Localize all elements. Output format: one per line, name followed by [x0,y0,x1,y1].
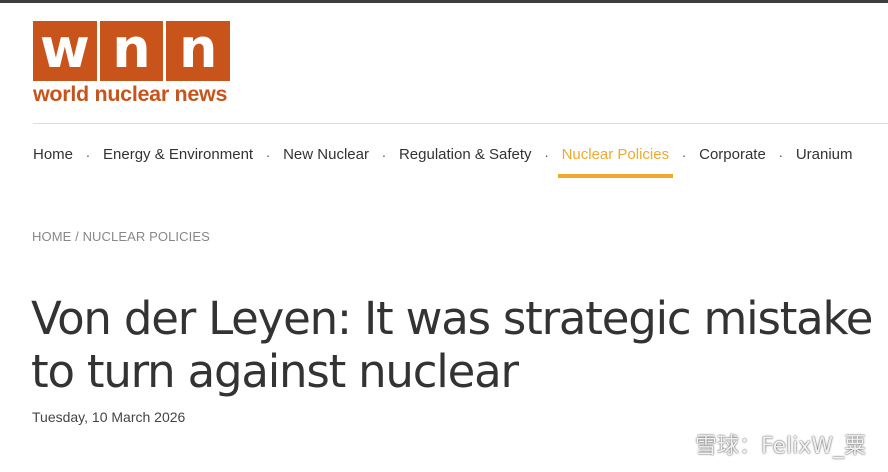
breadcrumb-current-link[interactable]: NUCLEAR POLICIES [83,229,210,244]
nav-separator: · [778,147,784,163]
nav-item-corporate[interactable]: Corporate [699,145,766,165]
watermark: 雪球：FelixW_粟 [665,428,866,460]
logo-letter-w: w [33,21,97,81]
logo-letters: w n n [33,21,231,81]
breadcrumb: HOME / NUCLEAR POLICIES [32,229,210,244]
main-nav: Home · Energy & Environment · New Nuclea… [33,145,853,178]
nav-item-uranium[interactable]: Uranium [796,145,853,165]
logo-wordmark: world nuclear news [33,82,228,106]
breadcrumb-home-link[interactable]: HOME [32,229,71,244]
nav-item-regulation-safety[interactable]: Regulation & Safety [399,145,532,165]
breadcrumb-separator: / [75,229,79,244]
nav-separator: · [681,147,687,163]
nav-separator: · [265,147,271,163]
logo-letter-n: n [166,21,231,81]
header-divider [33,123,888,124]
nav-item-home[interactable]: Home [33,145,73,165]
nav-item-nuclear-policies[interactable]: Nuclear Policies [557,145,673,178]
nav-separator: · [85,147,91,163]
article-title: Von der Leyen: It was strategic mistake … [31,292,873,398]
site-logo[interactable]: w n n world nuclear news [33,21,231,106]
snowball-logo-icon [666,432,691,456]
nav-item-energy-environment[interactable]: Energy & Environment [103,145,253,165]
nav-item-new-nuclear[interactable]: New Nuclear [283,145,369,165]
watermark-text: 雪球：FelixW_粟 [695,434,866,459]
nav-separator: · [544,147,549,163]
nav-separator: · [381,147,387,163]
top-bar [0,0,888,3]
article-date: Tuesday, 10 March 2026 [32,409,186,425]
logo-letter-n: n [99,21,164,81]
